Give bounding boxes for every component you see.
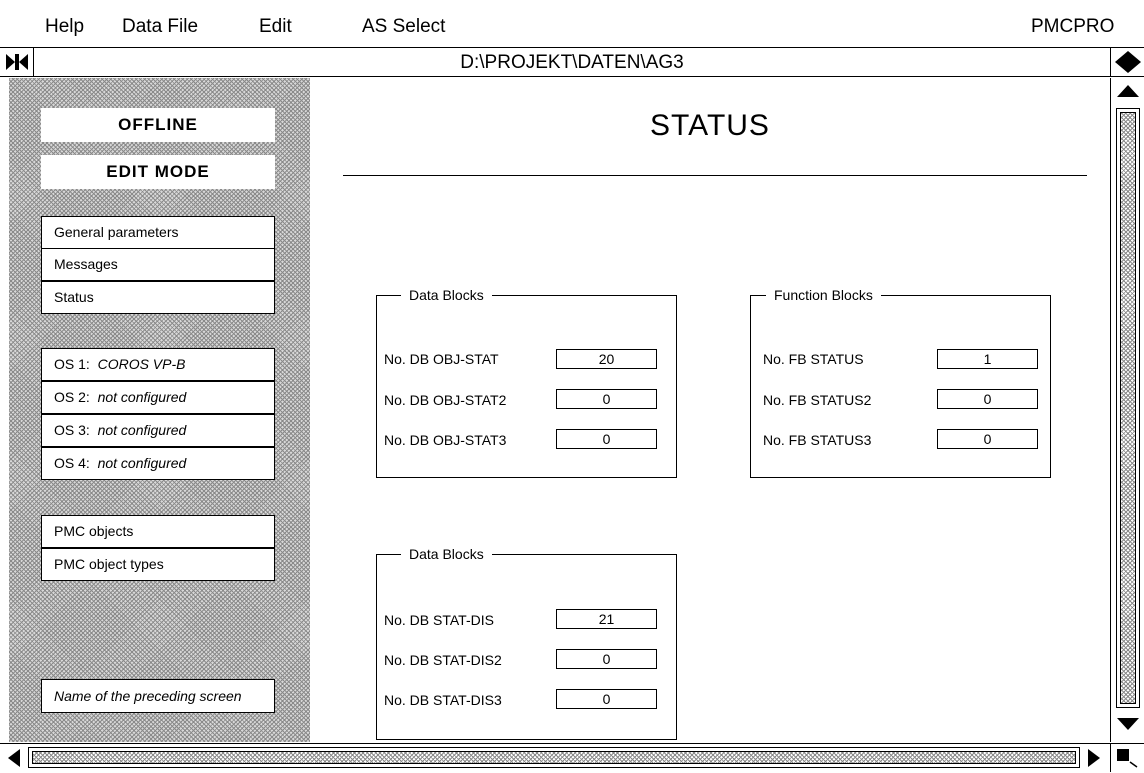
group-legend: Data Blocks [401, 286, 492, 304]
os-name: not configured [97, 389, 187, 405]
menu-help[interactable]: Help [45, 16, 84, 38]
left-margin [0, 78, 9, 742]
scroll-thumb[interactable] [1120, 112, 1136, 704]
db-obj-stat-field[interactable]: 20 [556, 349, 657, 369]
os-label: OS 4: [54, 455, 90, 471]
field-label: No. FB STATUS2 [763, 392, 872, 408]
triangle-left-icon[interactable] [6, 748, 22, 768]
db-stat-dis2-field[interactable]: 0 [556, 649, 657, 669]
offline-indicator: OFFLINE [41, 108, 275, 142]
sidebar-item-status[interactable]: Status [41, 281, 275, 314]
sidebar-item-os-3[interactable]: OS 3: not configured [41, 414, 275, 447]
sidebar-item-os-1[interactable]: OS 1: COROS VP-B [41, 348, 275, 381]
db-stat-dis-field[interactable]: 21 [556, 609, 657, 629]
resize-corner-icon[interactable] [1116, 748, 1138, 768]
title-bar: D:\PROJEKT\DATEN\AG3 [0, 47, 1144, 77]
h-scroll-thumb[interactable] [32, 751, 1076, 764]
scroll-track[interactable] [1116, 108, 1140, 708]
field-label: No. DB OBJ-STAT3 [384, 432, 507, 448]
sidebar: OFFLINE EDIT MODE General parameters Mes… [9, 78, 310, 742]
title-divider-right [1110, 48, 1111, 76]
group-function-blocks [750, 295, 1051, 478]
os-name: COROS VP-B [97, 356, 186, 372]
preceding-screen-button[interactable]: Name of the preceding screen [41, 679, 275, 713]
sidebar-item-os-2[interactable]: OS 2: not configured [41, 381, 275, 414]
os-name: not configured [97, 455, 187, 471]
vertical-scrollbar[interactable] [1110, 78, 1144, 742]
db-obj-stat2-field[interactable]: 0 [556, 389, 657, 409]
menu-data-file[interactable]: Data File [122, 16, 198, 38]
page-title: STATUS [650, 109, 770, 142]
field-label: No. DB OBJ-STAT [384, 351, 499, 367]
triangle-down-icon[interactable] [1116, 716, 1140, 732]
os-name: not configured [97, 422, 187, 438]
group-legend: Data Blocks [401, 545, 492, 563]
os-label: OS 2: [54, 389, 90, 405]
group-data-blocks-stat-dis [376, 554, 677, 740]
os-label: OS 3: [54, 422, 90, 438]
sidebar-item-pmc-objects[interactable]: PMC objects [41, 515, 275, 548]
corner-divider [1110, 744, 1111, 772]
fb-status2-field[interactable]: 0 [937, 389, 1038, 409]
triangle-up-icon[interactable] [1116, 83, 1140, 99]
horizontal-scrollbar[interactable] [0, 743, 1144, 772]
triangle-right-icon[interactable] [1086, 748, 1102, 768]
fb-status3-field[interactable]: 0 [937, 429, 1038, 449]
group-data-blocks-obj-stat [376, 295, 677, 478]
edit-mode-indicator: EDIT MODE [41, 155, 275, 189]
sidebar-item-messages[interactable]: Messages [41, 248, 275, 281]
group-legend: Function Blocks [766, 286, 881, 304]
sidebar-item-os-4[interactable]: OS 4: not configured [41, 447, 275, 480]
field-label: No. DB STAT-DIS3 [384, 692, 502, 708]
field-label: No. DB STAT-DIS [384, 612, 494, 628]
field-label: No. DB OBJ-STAT2 [384, 392, 507, 408]
db-obj-stat3-field[interactable]: 0 [556, 429, 657, 449]
field-label: No. DB STAT-DIS2 [384, 652, 502, 668]
app-name: PMCPRO [1031, 16, 1115, 37]
field-label: No. FB STATUS3 [763, 432, 872, 448]
fb-status-field[interactable]: 1 [937, 349, 1038, 369]
title-divider [343, 175, 1087, 176]
diamond-icon[interactable] [1115, 51, 1141, 73]
file-path: D:\PROJEKT\DATEN\AG3 [460, 52, 684, 73]
sidebar-item-general-parameters[interactable]: General parameters [41, 216, 275, 249]
menu-bar: Help Data File Edit AS Select PMCPRO [0, 0, 1144, 40]
menu-as-select[interactable]: AS Select [362, 16, 445, 38]
db-stat-dis3-field[interactable]: 0 [556, 689, 657, 709]
h-scroll-track[interactable] [28, 747, 1080, 768]
field-label: No. FB STATUS [763, 351, 864, 367]
menu-edit[interactable]: Edit [259, 16, 292, 38]
os-label: OS 1: [54, 356, 90, 372]
sidebar-item-pmc-object-types[interactable]: PMC object types [41, 548, 275, 581]
